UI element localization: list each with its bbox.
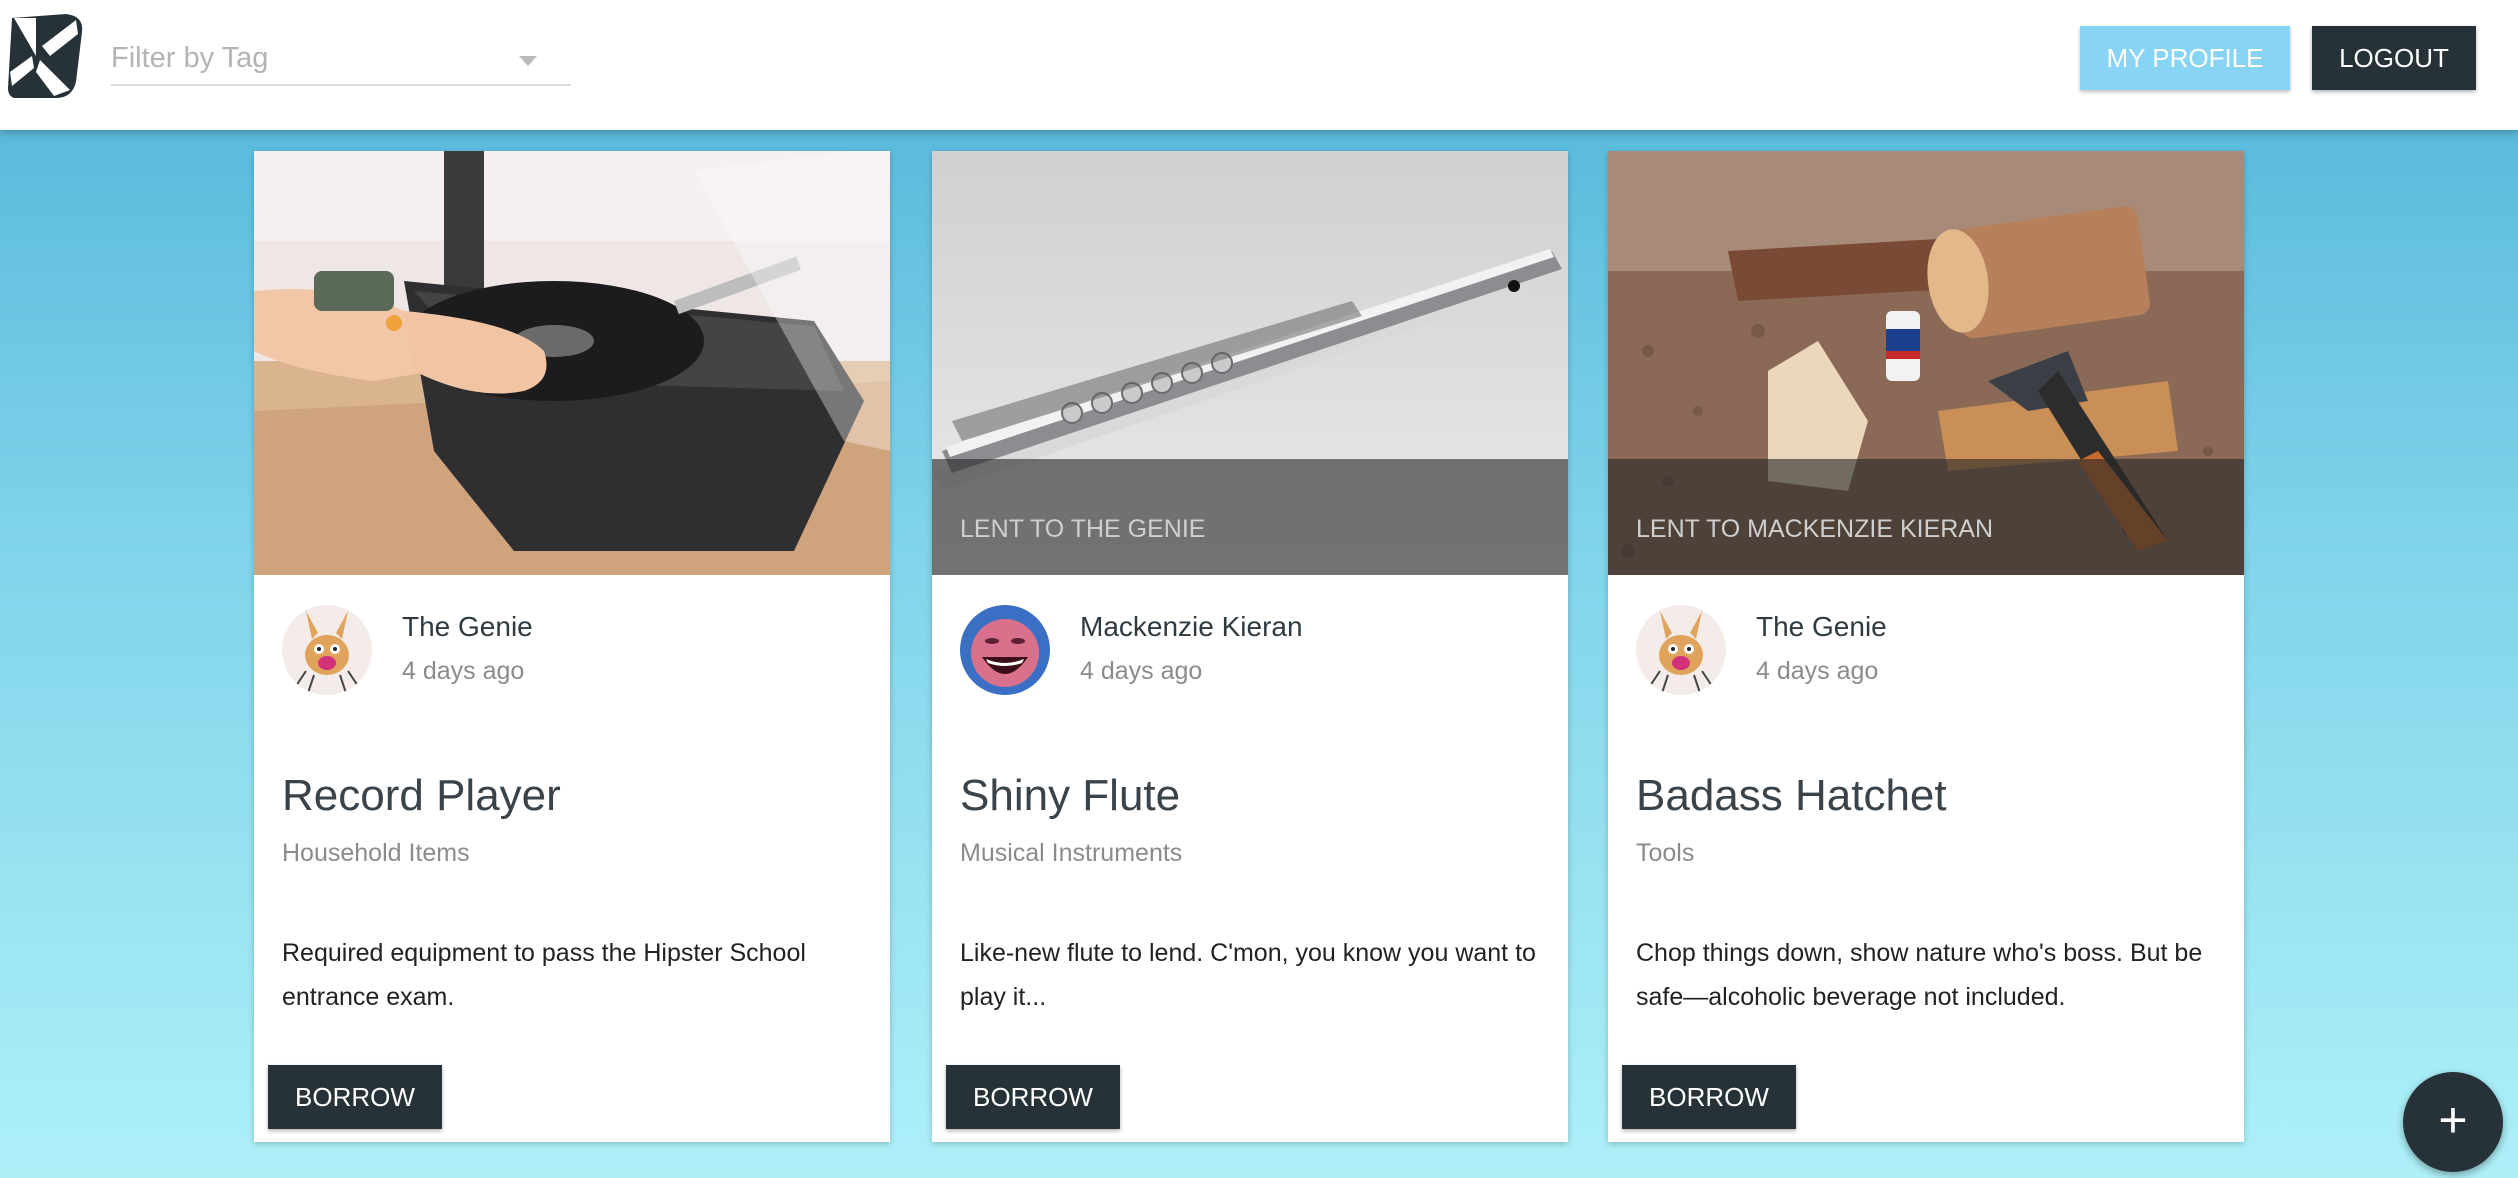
k-logo-icon[interactable] xyxy=(6,12,86,100)
caret-down-icon xyxy=(519,56,537,66)
item-title: Shiny Flute xyxy=(960,771,1181,820)
lent-status-overlay: LENT TO MACKENZIE KIERAN xyxy=(1608,459,2244,575)
lent-status-overlay: LENT TO THE GENIE xyxy=(932,459,1568,575)
owner-avatar[interactable] xyxy=(1636,605,1726,695)
post-time: 4 days ago xyxy=(1080,657,1203,685)
filter-placeholder: Filter by Tag xyxy=(111,42,269,74)
top-bar: Filter by Tag MY PROFILE LOGOUT xyxy=(0,0,2518,130)
owner-name[interactable]: The Genie xyxy=(402,611,533,643)
tag-filter-select[interactable]: Filter by Tag xyxy=(111,30,571,86)
borrow-button[interactable]: BORROW xyxy=(946,1065,1120,1129)
item-title: Record Player xyxy=(282,771,561,820)
my-profile-button[interactable]: MY PROFILE xyxy=(2080,26,2290,90)
add-item-button[interactable]: + xyxy=(2403,1072,2503,1172)
item-card: LENT TO MACKENZIE KIERAN The Genie 4 day… xyxy=(1608,151,2244,1142)
item-tag: Tools xyxy=(1636,839,1695,867)
owner-avatar[interactable] xyxy=(960,605,1050,695)
owner-name[interactable]: The Genie xyxy=(1756,611,1887,643)
plus-icon: + xyxy=(2438,1092,2468,1148)
post-time: 4 days ago xyxy=(1756,657,1879,685)
item-description: Required equipment to pass the Hipster S… xyxy=(282,939,806,1011)
post-time: 4 days ago xyxy=(402,657,525,685)
item-card: The Genie 4 days ago Record Player House… xyxy=(254,151,890,1142)
item-description: Like-new flute to lend. C'mon, you know … xyxy=(960,939,1536,1011)
item-title: Badass Hatchet xyxy=(1636,771,1947,820)
borrow-button[interactable]: BORROW xyxy=(1622,1065,1796,1129)
lent-status-label: LENT TO MACKENZIE KIERAN xyxy=(1636,515,1994,543)
item-tag: Household Items xyxy=(282,839,470,867)
logout-button[interactable]: LOGOUT xyxy=(2312,26,2476,90)
borrow-button[interactable]: BORROW xyxy=(268,1065,442,1129)
item-card: LENT TO THE GENIE Mackenzie Kieran 4 day… xyxy=(932,151,1568,1142)
lent-status-label: LENT TO THE GENIE xyxy=(960,515,1206,543)
item-tag: Musical Instruments xyxy=(960,839,1183,867)
item-image-record-player xyxy=(254,151,890,575)
owner-name[interactable]: Mackenzie Kieran xyxy=(1080,611,1303,643)
owner-avatar[interactable] xyxy=(282,605,372,695)
item-description: Chop things down, show nature who's boss… xyxy=(1636,939,2203,1011)
